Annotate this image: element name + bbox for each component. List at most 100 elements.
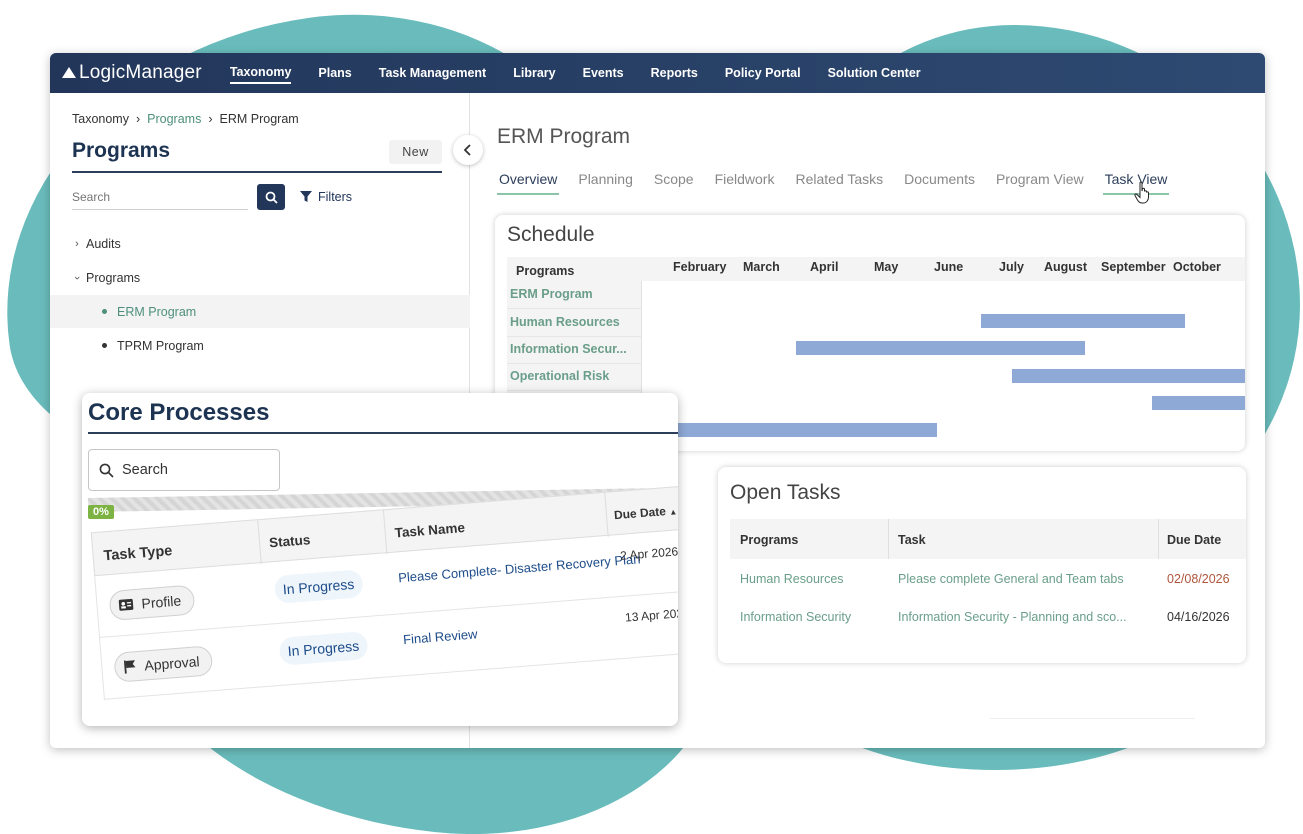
breadcrumb-separator: › <box>135 112 141 126</box>
column-header[interactable]: Task Type <box>103 543 173 564</box>
schedule-header: Programs February March April May June J… <box>507 257 1245 281</box>
tree-item-programs[interactable]: › Programs <box>50 261 470 294</box>
sort-ascending-icon[interactable]: ▲ <box>669 507 678 517</box>
task-link[interactable]: Information Security - Planning and sco.… <box>898 610 1127 624</box>
due-date: 13 Apr 2026 <box>624 605 678 625</box>
filters-button[interactable]: Filters <box>300 190 352 204</box>
logo-text: LogicManager <box>79 62 202 83</box>
nav-task-management[interactable]: Task Management <box>379 63 486 83</box>
month-label: March <box>743 260 780 274</box>
status-badge: In Progress <box>273 569 364 605</box>
tab-fieldwork[interactable]: Fieldwork <box>713 171 777 195</box>
filters-label: Filters <box>318 190 353 204</box>
schedule-program[interactable]: ERM Program <box>510 287 593 301</box>
row-divider <box>507 363 642 364</box>
tree-item-label: TPRM Program <box>117 338 204 353</box>
gantt-bar[interactable] <box>796 341 1085 355</box>
task-type-badge: Approval <box>113 645 214 683</box>
schedule-title: Schedule <box>507 223 595 246</box>
task-type-label: Profile <box>140 592 182 612</box>
column-header[interactable]: Task Name <box>394 520 465 540</box>
title-divider <box>72 171 442 173</box>
row-divider <box>507 390 642 391</box>
chevron-right-icon[interactable]: › <box>68 238 86 250</box>
tab-scope[interactable]: Scope <box>652 171 696 195</box>
column-header-label: Due Date <box>613 504 667 523</box>
gantt-bar[interactable] <box>981 314 1185 328</box>
month-label: July <box>999 260 1025 274</box>
tab-related-tasks[interactable]: Related Tasks <box>793 171 885 195</box>
nav-reports[interactable]: Reports <box>651 63 698 83</box>
logo-icon <box>62 66 76 78</box>
nav-taxonomy[interactable]: Taxonomy <box>229 62 292 84</box>
open-tasks-title: Open Tasks <box>730 481 841 504</box>
status-badge: In Progress <box>278 631 369 666</box>
collapse-panel-button[interactable] <box>453 135 483 165</box>
open-tasks-card: Open Tasks Programs Task Due Date Human … <box>718 467 1246 663</box>
hand-cursor-icon <box>1134 181 1149 204</box>
gantt-bar[interactable] <box>642 423 937 437</box>
breadcrumb-programs[interactable]: Programs <box>147 112 201 126</box>
bullet-icon <box>102 309 107 314</box>
nav-library[interactable]: Library <box>513 63 555 83</box>
column-header[interactable]: Status <box>269 532 311 550</box>
task-program-link[interactable]: Information Security <box>740 610 851 624</box>
task-program-link[interactable]: Human Resources <box>740 572 844 586</box>
task-name-link[interactable]: Final Review <box>403 626 478 647</box>
new-button[interactable]: New <box>389 140 442 164</box>
top-nav-bar: LogicManager Taxonomy Plans Task Managem… <box>50 53 1265 93</box>
breadcrumb-taxonomy[interactable]: Taxonomy <box>72 112 129 126</box>
column-header[interactable]: Due Date <box>1167 533 1221 547</box>
schedule-program[interactable]: Human Resources <box>510 315 620 329</box>
tree-item-erm-program[interactable]: ERM Program <box>50 295 470 328</box>
row-divider <box>507 308 642 309</box>
tree-item-audits[interactable]: › Audits <box>50 227 470 260</box>
gantt-bar[interactable] <box>1152 396 1245 410</box>
due-date: 2 Apr 2026 <box>619 544 678 563</box>
page-title: ERM Program <box>497 125 631 148</box>
gantt-bar[interactable] <box>1012 369 1245 383</box>
tab-program-view[interactable]: Program View <box>994 171 1086 195</box>
column-header[interactable]: Programs <box>740 533 798 547</box>
schedule-program[interactable]: Information Secur... <box>510 342 627 356</box>
tab-overview[interactable]: Overview <box>497 171 560 195</box>
search-button[interactable] <box>257 184 285 210</box>
month-label: June <box>934 260 964 274</box>
nav-events[interactable]: Events <box>583 63 624 83</box>
task-type-badge: Profile <box>108 584 196 622</box>
month-label: April <box>810 260 839 274</box>
nav-solution-center[interactable]: Solution Center <box>828 63 921 83</box>
logo[interactable]: LogicManager <box>62 62 202 84</box>
row-divider <box>507 336 642 337</box>
nav-policy-portal[interactable]: Policy Portal <box>725 63 801 83</box>
tree-item-tprm-program[interactable]: TPRM Program <box>50 329 470 362</box>
column-divider <box>604 492 609 537</box>
column-divider <box>257 520 262 565</box>
open-tasks-header: Programs Task Due Date <box>730 519 1246 559</box>
tab-documents[interactable]: Documents <box>902 171 977 195</box>
column-divider <box>888 519 889 559</box>
breadcrumb-current: ERM Program <box>219 112 299 126</box>
task-link[interactable]: Please complete General and Team tabs <box>898 572 1124 586</box>
tab-planning[interactable]: Planning <box>576 171 635 195</box>
tab-bar: Overview Planning Scope Fieldwork Relate… <box>497 171 1186 195</box>
schedule-program[interactable]: Operational Risk <box>510 369 609 383</box>
column-divider <box>382 510 388 555</box>
tree-item-label: ERM Program <box>117 304 197 319</box>
panel-title: Programs <box>72 139 171 162</box>
task-name-link[interactable]: Please Complete- Disaster Recovery Plan <box>398 551 641 585</box>
filter-icon <box>300 191 312 202</box>
schedule-programs-header: Programs <box>516 264 575 278</box>
search-input[interactable] <box>72 184 248 210</box>
month-label: February <box>673 260 727 274</box>
tree-item-label: Programs <box>86 270 141 285</box>
column-header[interactable]: Task <box>898 533 926 547</box>
column-divider <box>1158 519 1159 559</box>
chevron-down-icon[interactable]: › <box>71 269 83 287</box>
nav-plans[interactable]: Plans <box>318 63 351 83</box>
month-label: September <box>1101 260 1166 274</box>
column-header-due-date[interactable]: Due Date ▲ <box>613 503 677 522</box>
chevron-left-icon <box>463 144 471 156</box>
breadcrumb: Taxonomy › Programs › ERM Program <box>72 112 299 126</box>
core-processes-card: Core Processes Search 0% Task Type Statu… <box>82 393 678 726</box>
